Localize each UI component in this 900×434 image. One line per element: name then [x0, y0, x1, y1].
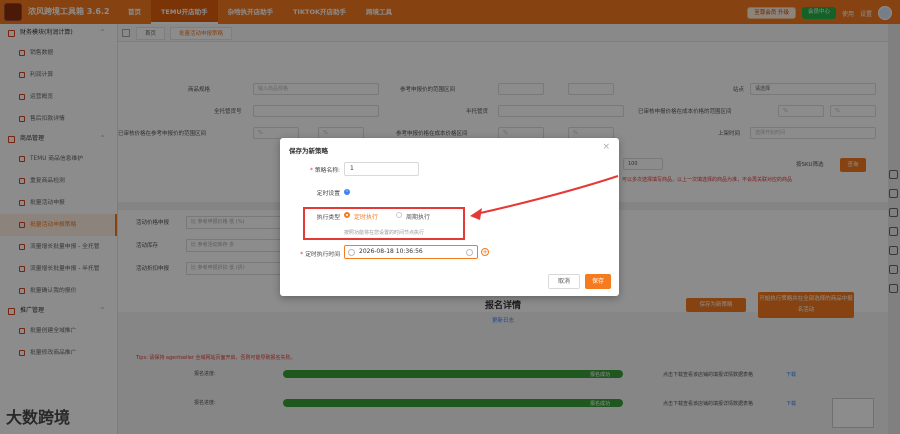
annotation-arrow	[470, 175, 619, 220]
